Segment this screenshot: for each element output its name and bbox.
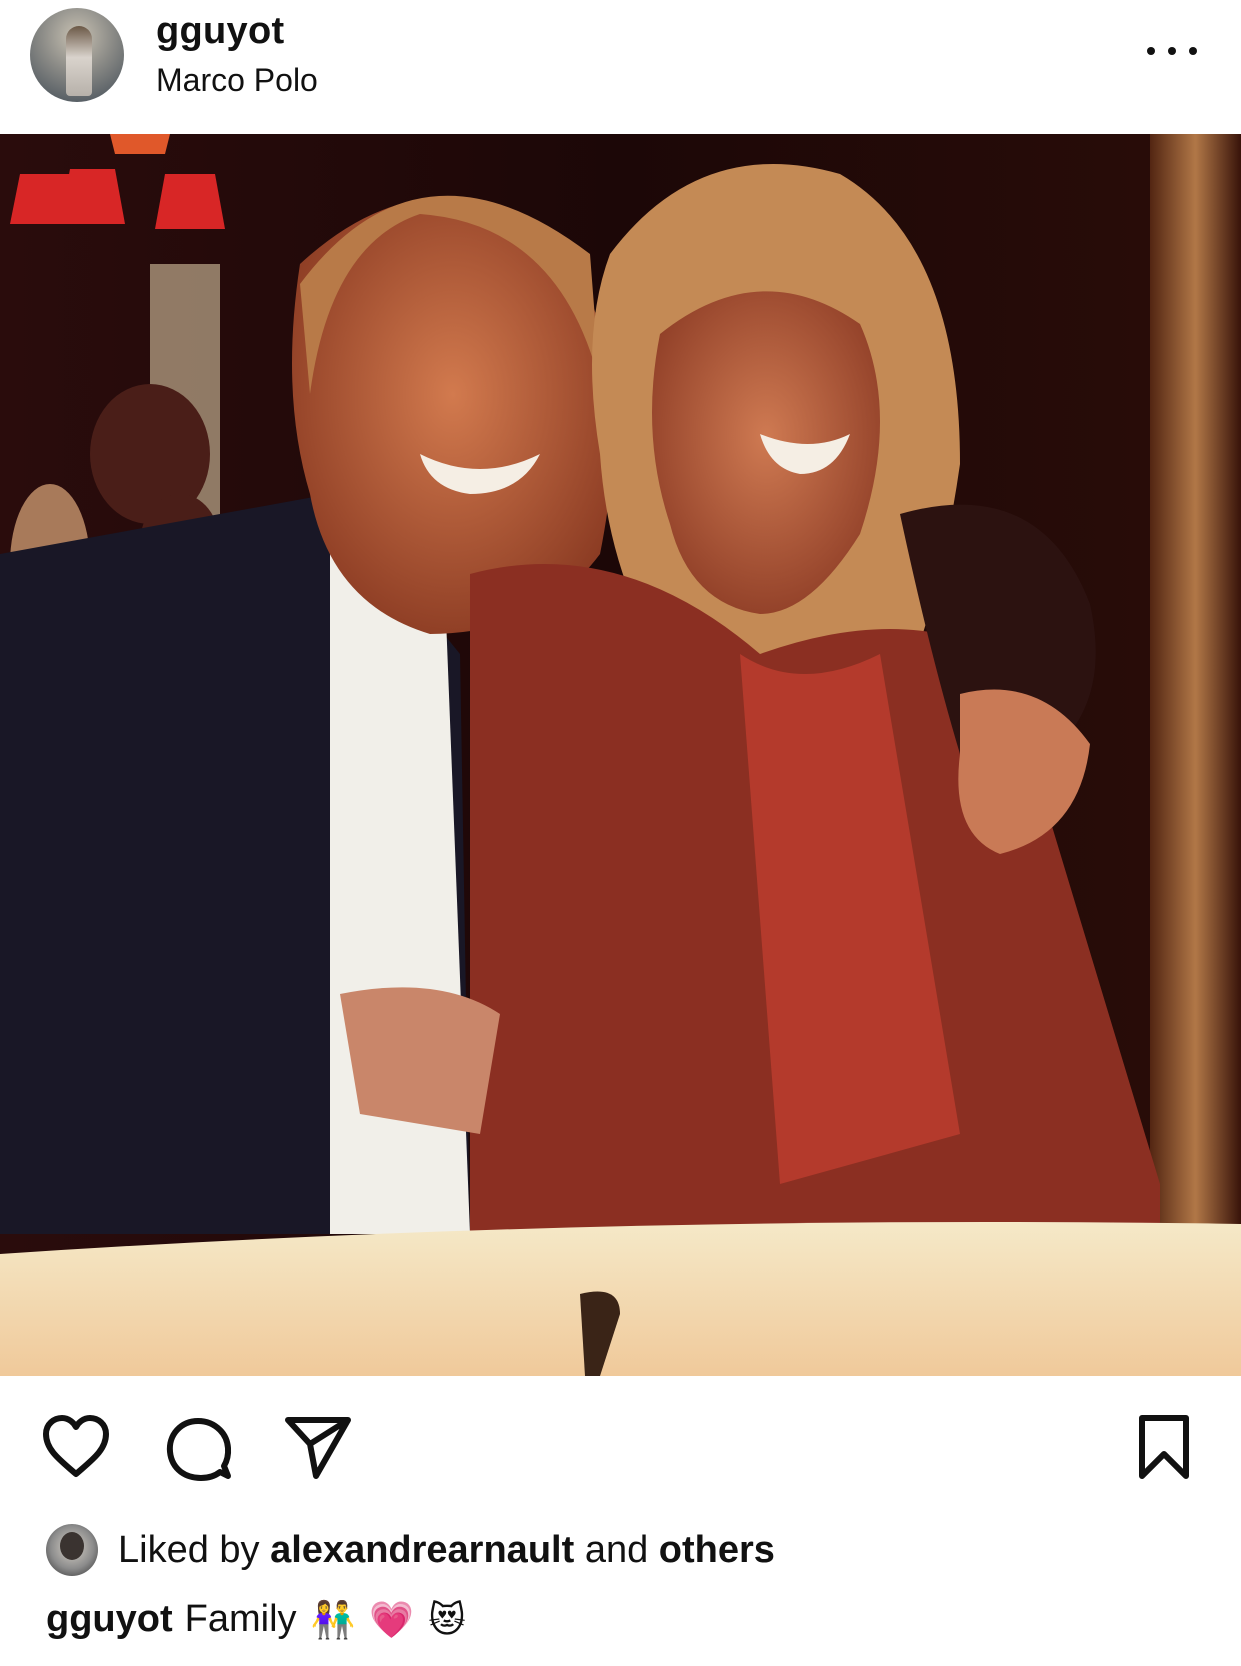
post-photo[interactable] (0, 134, 1241, 1376)
likes-prefix: Liked by (118, 1528, 260, 1571)
likes-and: and (584, 1528, 649, 1571)
bookmark-icon[interactable] (1134, 1414, 1194, 1480)
caption-emoji-couple: 👫 (310, 1598, 356, 1640)
liker-username[interactable]: alexandrearnault (270, 1529, 574, 1571)
profile-avatar[interactable] (30, 8, 124, 102)
caption-text: Family (184, 1598, 297, 1640)
likes-text[interactable]: Liked by alexandrearnault and others (118, 1529, 775, 1572)
post-actions (0, 1400, 1241, 1500)
comment-icon[interactable] (164, 1414, 234, 1484)
post-username[interactable]: gguyot (156, 10, 284, 53)
caption-emoji-cat: 😻 (428, 1598, 466, 1640)
caption-username[interactable]: gguyot (46, 1598, 173, 1641)
post-header: gguyot Marco Polo (0, 0, 1241, 134)
liker-avatar[interactable] (46, 1524, 98, 1576)
likes-row: Liked by alexandrearnault and others (46, 1522, 775, 1578)
heart-icon[interactable] (40, 1414, 112, 1480)
likes-others[interactable]: others (659, 1529, 775, 1571)
post-location[interactable]: Marco Polo (156, 62, 318, 99)
post-caption: gguyot Family 👫 💗 😻 (46, 1598, 466, 1641)
more-options-icon[interactable] (1147, 38, 1197, 64)
send-icon[interactable] (282, 1414, 354, 1480)
caption-emoji-heart: 💗 (369, 1598, 415, 1640)
